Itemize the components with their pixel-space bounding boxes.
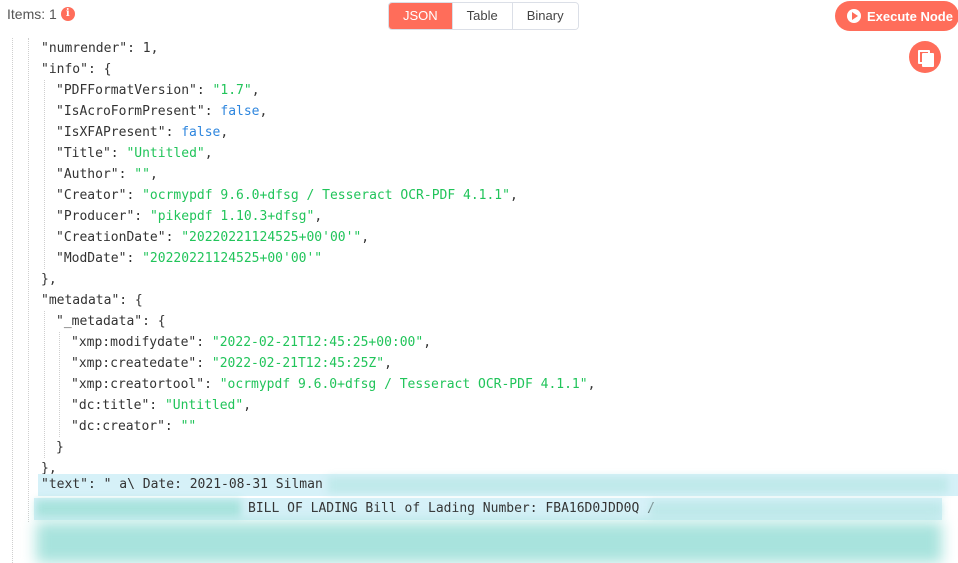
redacted-text <box>328 477 948 493</box>
comma: , <box>423 335 432 350</box>
comma: , <box>509 188 518 203</box>
comma: , <box>251 83 260 98</box>
redacted-text <box>36 500 241 517</box>
json-value: "1.7" <box>212 83 252 98</box>
comma: , <box>220 125 229 140</box>
indent-guide <box>28 38 29 522</box>
indent-guide <box>59 332 60 437</box>
tab-binary[interactable]: Binary <box>511 3 578 29</box>
json-value: "" <box>180 419 197 434</box>
json-value: "Untitled" <box>164 398 244 413</box>
json-key: "PDFFormatVersion" <box>56 83 197 98</box>
json-key: "dc:creator" <box>71 419 165 434</box>
execute-node-button[interactable]: Execute Node <box>835 1 958 31</box>
json-line-text-continued: BILL OF LADING Bill of Lading Number: FB… <box>248 498 655 519</box>
comma: , <box>314 209 323 224</box>
tab-table[interactable]: Table <box>451 3 512 29</box>
json-value: false <box>220 104 260 119</box>
json-key: "ModDate" <box>56 251 127 266</box>
json-key: "xmp:modifydate" <box>71 335 197 350</box>
json-line: "dc:title": "Untitled", <box>71 398 252 413</box>
json-value: "2022-02-21T12:45:25Z" <box>211 356 385 371</box>
json-value: "ocrmypdf 9.6.0+dfsg / Tesseract OCR-PDF… <box>219 377 588 392</box>
redacted-text <box>36 522 942 563</box>
json-value: "" <box>134 167 150 182</box>
json-value: BILL OF LADING Bill of Lading Number: FB… <box>248 501 655 516</box>
json-key: "info" <box>41 62 88 77</box>
json-key: "Title" <box>56 146 111 161</box>
comma: , <box>587 377 596 392</box>
json-key: "xmp:createdate" <box>71 356 197 371</box>
json-line: "xmp:creatortool": "ocrmypdf 9.6.0+dfsg … <box>71 377 596 392</box>
json-value: "2022-02-21T12:45:25+00:00" <box>211 335 424 350</box>
json-key: "metadata" <box>41 293 120 308</box>
indent-guide <box>12 38 13 563</box>
json-line-text[interactable]: "text": " a\ Date: 2021-08-31 Silman <box>41 474 323 495</box>
json-key: "Creator" <box>56 188 127 203</box>
tab-json[interactable]: JSON <box>389 3 452 29</box>
json-line: "xmp:modifydate": "2022-02-21T12:45:25+0… <box>71 335 432 350</box>
json-value: "ocrmypdf 9.6.0+dfsg / Tesseract OCR-PDF… <box>142 188 510 203</box>
execute-node-label: Execute Node <box>867 8 953 24</box>
json-key: "dc:title" <box>71 398 150 413</box>
json-key: "xmp:creatortool" <box>71 377 205 392</box>
json-line-metadata[interactable]: "metadata": { <box>41 290 143 311</box>
json-line: "ModDate": "20220221124525+00'00'" <box>56 251 323 266</box>
json-line: "PDFFormatVersion": "1.7", <box>56 83 260 98</box>
json-line: "IsAcroFormPresent": false, <box>56 104 268 119</box>
json-line: "dc:creator": "" <box>71 419 197 434</box>
json-line-numrender: "numrender": 1, <box>41 41 159 56</box>
items-count: Items: 1 i <box>7 6 75 22</box>
json-line: "xmp:createdate": "2022-02-21T12:45:25Z"… <box>71 356 392 371</box>
json-line-inner-metadata[interactable]: "_metadata": { <box>56 311 166 332</box>
json-key: "IsAcroFormPresent" <box>56 104 205 119</box>
json-line: "Producer": "pikepdf 1.10.3+dfsg", <box>56 209 323 224</box>
json-value: "20220221124525+00'00'" <box>142 251 323 266</box>
info-icon[interactable]: i <box>60 7 75 21</box>
json-line: "Title": "Untitled", <box>56 146 213 161</box>
comma: , <box>361 230 370 245</box>
json-viewer: "numrender": 1, "info": { "PDFFormatVers… <box>0 38 958 563</box>
comma: , <box>259 104 268 119</box>
json-value: "Untitled" <box>126 146 205 161</box>
json-key: "IsXFAPresent" <box>56 125 166 140</box>
json-line: "CreationDate": "20220221124525+00'00'", <box>56 230 370 245</box>
json-key: "CreationDate" <box>56 230 166 245</box>
json-line-close: } <box>56 440 64 455</box>
json-line-close: }, <box>41 272 57 287</box>
items-count-label: Items: 1 <box>7 6 57 22</box>
comma: , <box>204 146 213 161</box>
json-key: "text" <box>41 477 88 492</box>
redacted-text <box>650 501 942 517</box>
output-panel: Items: 1 i JSON Table Binary Execute Nod… <box>0 0 958 563</box>
play-icon <box>847 9 861 23</box>
comma: , <box>243 398 252 413</box>
json-key: "Producer" <box>56 209 135 224</box>
json-value: false <box>181 125 221 140</box>
indent-guide <box>44 311 45 458</box>
json-line: "Creator": "ocrmypdf 9.6.0+dfsg / Tesser… <box>56 188 518 203</box>
view-tabs: JSON Table Binary <box>388 2 579 30</box>
comma: , <box>384 356 392 371</box>
json-line: "Author": "", <box>56 167 158 182</box>
comma: , <box>149 167 158 182</box>
json-value: "20220221124525+00'00'" <box>181 230 362 245</box>
json-line: "IsXFAPresent": false, <box>56 125 229 140</box>
indent-guide <box>44 80 45 269</box>
json-key: "_metadata" <box>56 314 143 329</box>
json-value: " a\ Date: 2021-08-31 Silman <box>103 477 323 492</box>
json-line-info[interactable]: "info": { <box>41 59 111 80</box>
json-value: "pikepdf 1.10.3+dfsg" <box>149 209 315 224</box>
json-value: 1 <box>142 41 151 56</box>
json-key: "numrender" <box>41 41 128 56</box>
json-key: "Author" <box>56 167 119 182</box>
